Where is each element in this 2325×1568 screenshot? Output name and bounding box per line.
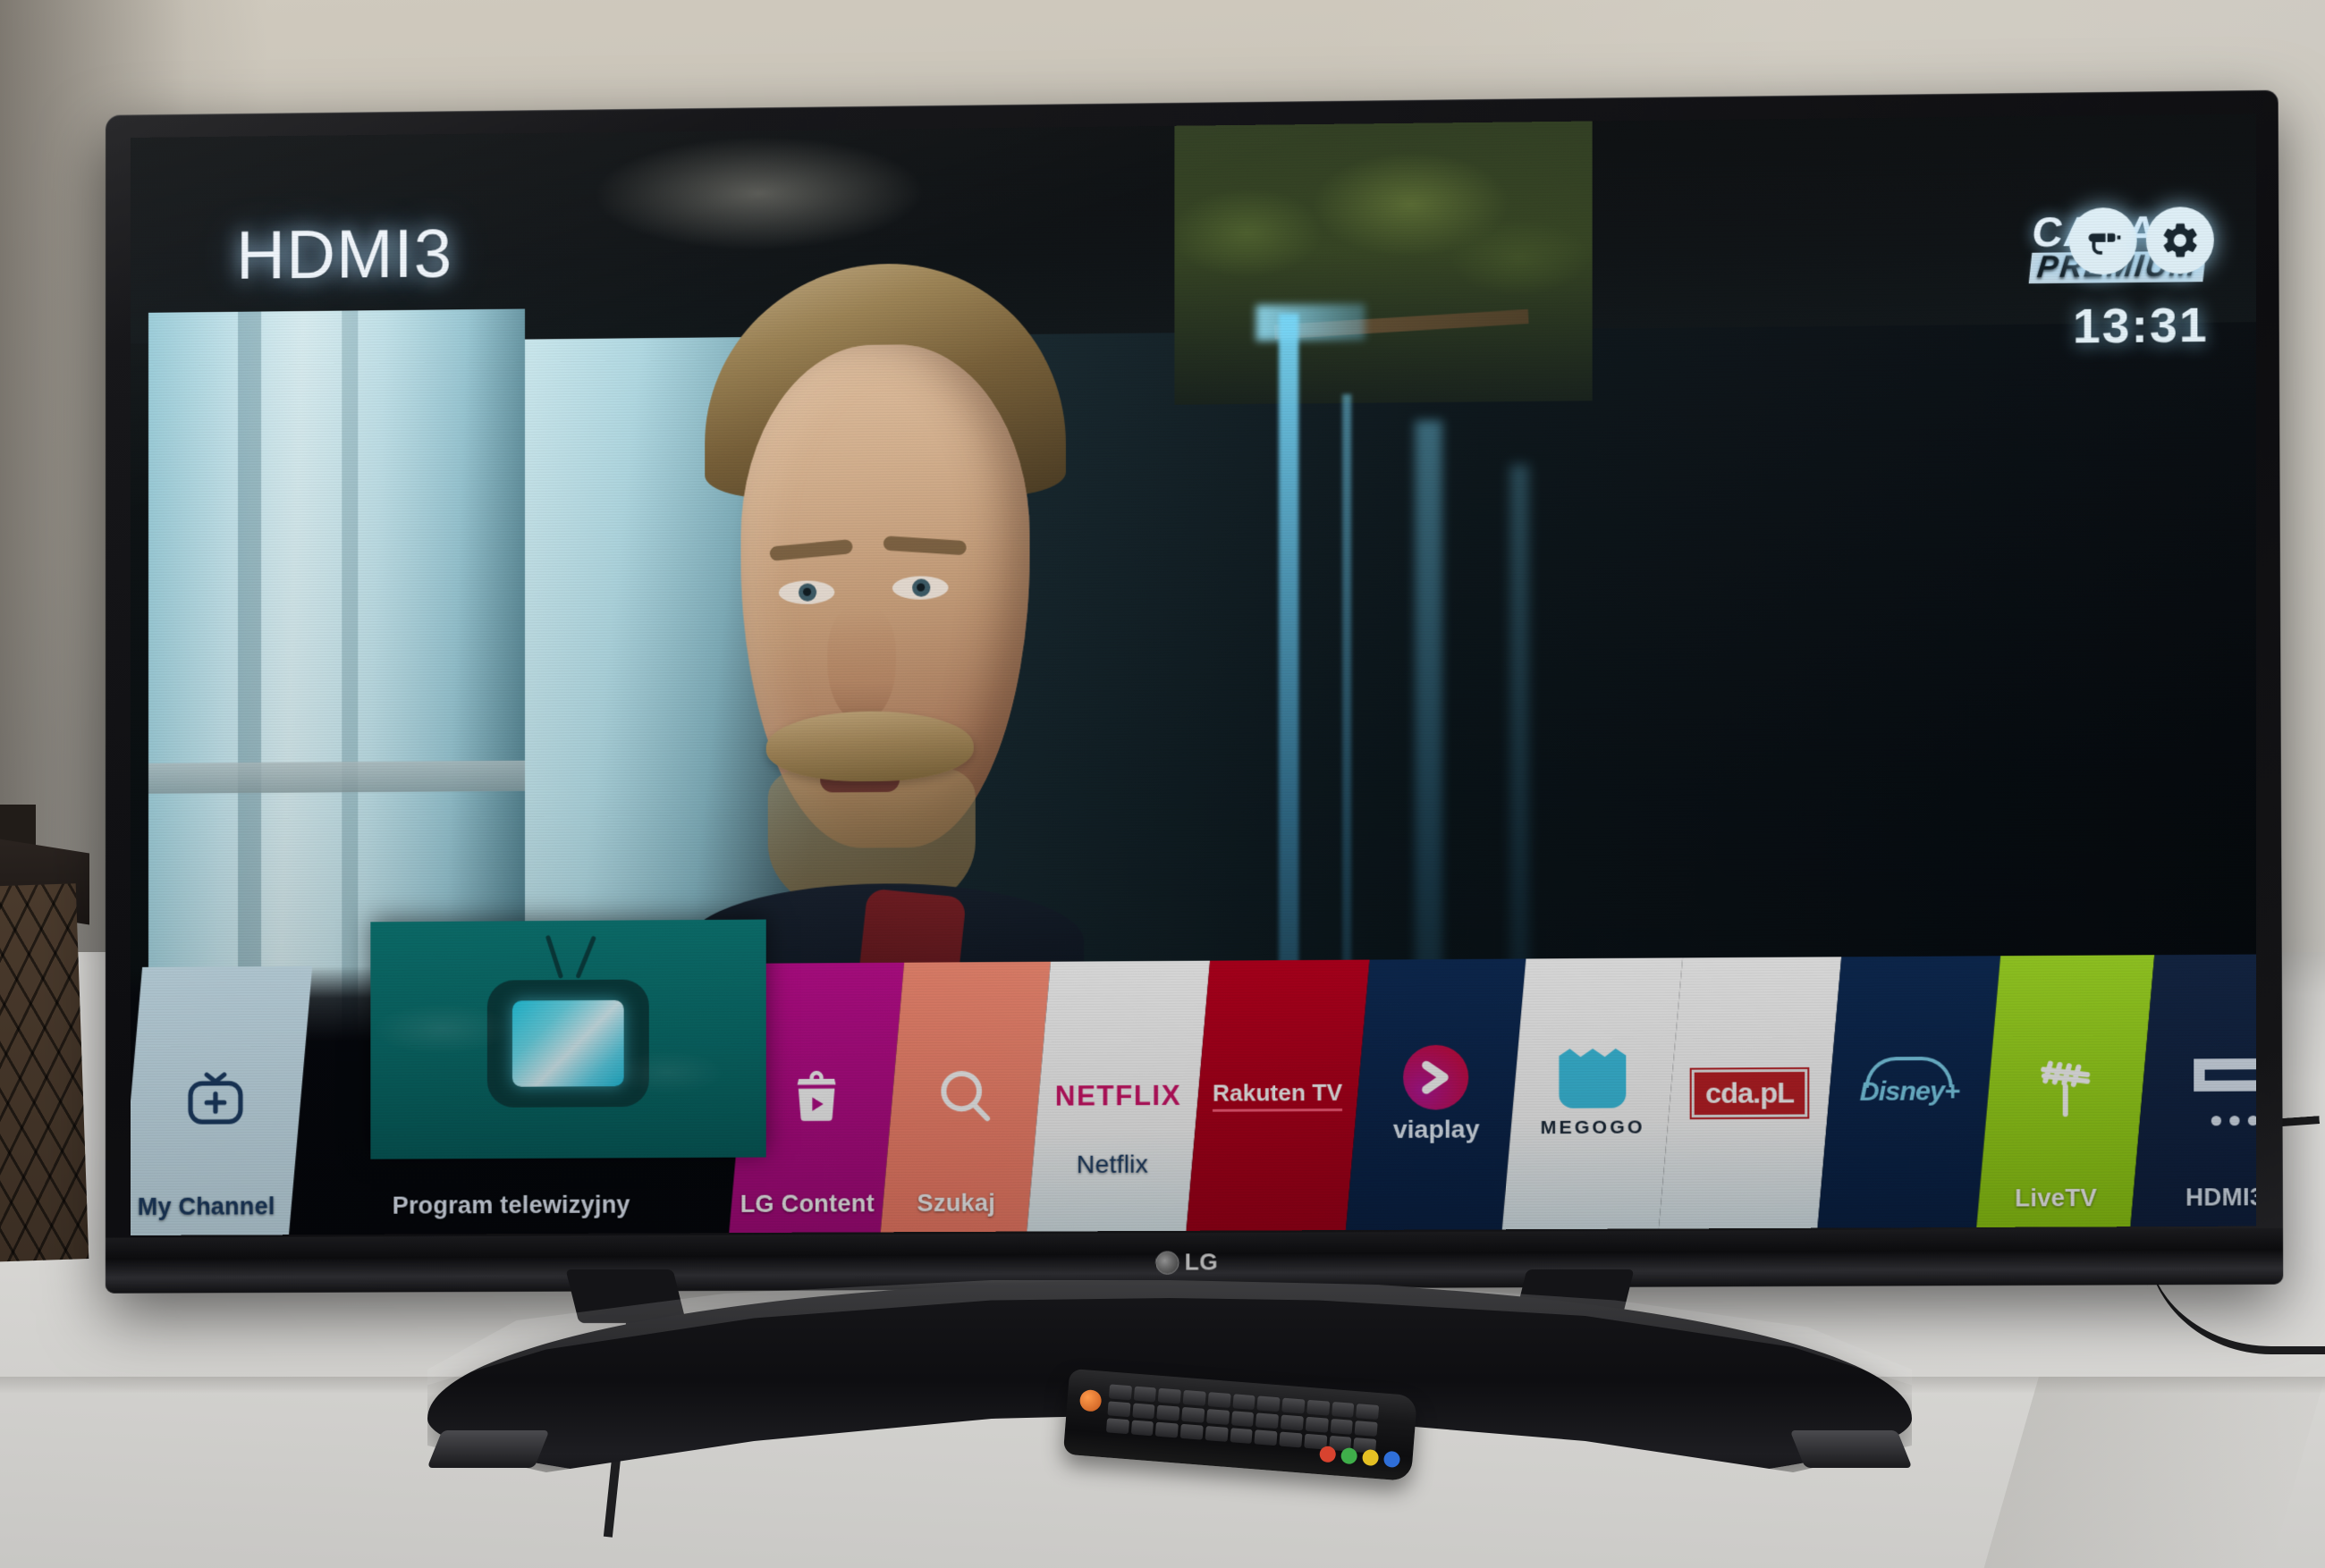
hdmi-device-icon	[2190, 1055, 2257, 1107]
lg-brand-text: LG	[1184, 1248, 1219, 1276]
launcher-tile-szukaj[interactable]: Szukaj	[880, 961, 1051, 1233]
man-nose	[827, 604, 896, 723]
stand-foot-left	[427, 1430, 550, 1468]
tile-label: HDMI3	[2186, 1183, 2257, 1211]
cda-pl-logo: cda.pL	[1692, 1068, 1808, 1117]
viaplay-wordmark: viaplay	[1392, 1115, 1479, 1144]
launcher-tile-cda-pl[interactable]: cda.pL	[1658, 957, 1842, 1229]
video-man-portrait	[669, 262, 1102, 1083]
antenna-icon	[2028, 1051, 2103, 1131]
tile-label: Netflix	[1076, 1150, 1149, 1179]
focused-preview-card-program-telewizyjny[interactable]	[370, 919, 766, 1159]
launcher-tile-live-tv[interactable]: LiveTV	[1976, 955, 2155, 1227]
megogo-wordmark: MEGOGO	[1540, 1117, 1645, 1139]
launcher-tile-viaplay[interactable]: viaplay	[1345, 958, 1526, 1231]
channel-watermark: CANAL+ PREMIUM	[2028, 205, 2214, 290]
tv-screen: HDMI3 CANAL+ PREMIUM	[131, 114, 2257, 1235]
disney-plus-logo: Disney+	[1859, 1056, 1958, 1108]
wicker-basket	[0, 883, 89, 1262]
osd-top-right-cluster: CANAL+ PREMIUM 13:31	[2028, 205, 2214, 355]
video-foliage	[1174, 121, 1593, 405]
lg-circle-icon	[1155, 1250, 1179, 1275]
tile-label: LG Content	[740, 1190, 875, 1218]
tile-label: Program telewizyjny	[392, 1191, 630, 1219]
water-highlight	[1256, 303, 1365, 341]
stand-foot-right	[1789, 1430, 1913, 1468]
launcher-tile-megogo[interactable]: MEGOGO	[1501, 957, 1683, 1230]
tile-label: Szukaj	[917, 1189, 996, 1218]
retro-tv-icon	[486, 934, 649, 1108]
tile-label: My Channel	[137, 1193, 275, 1220]
input-plug-icon[interactable]	[2068, 207, 2137, 275]
retro-tv-body	[486, 979, 649, 1108]
tile-label	[1819, 1213, 1978, 1214]
tv-plus-icon	[181, 1064, 250, 1138]
lg-brand-logo: LG	[1155, 1248, 1218, 1277]
tile-label	[1188, 1216, 1348, 1217]
more-dots-icon	[2211, 1115, 2257, 1126]
launcher-tile-rakuten-tv[interactable]: Rakuten TV	[1186, 959, 1370, 1231]
antenna-rabbit-ears	[545, 934, 596, 979]
megogo-icon	[1559, 1049, 1626, 1109]
tile-label	[1660, 1214, 1819, 1215]
tile-label	[1503, 1214, 1660, 1215]
gear-icon[interactable]	[2145, 206, 2214, 274]
viaplay-icon	[1403, 1044, 1469, 1110]
webos-launcher-bar: My Channel Program telewizyjny LG Conten…	[131, 919, 2257, 1235]
osd-clock: 13:31	[2072, 298, 2209, 354]
store-bag-icon	[785, 1064, 849, 1132]
search-icon	[931, 1060, 1000, 1134]
netflix-logo: NETFLIX	[1054, 1079, 1182, 1112]
television: LG HDMI3 13:31 My Channel Program telewi…	[105, 89, 2284, 1294]
retro-tv-screen	[512, 999, 624, 1087]
launcher-tile-netflix[interactable]: NETFLIX Netflix	[1027, 960, 1211, 1232]
launcher-tile-my-channel[interactable]: My Channel	[131, 965, 313, 1235]
osd-icon-group[interactable]	[2068, 206, 2214, 275]
osd-input-label: HDMI3	[236, 215, 453, 294]
table-seam	[1983, 1377, 2325, 1568]
launcher-tile-disney-plus[interactable]: Disney+	[1817, 956, 2001, 1228]
tile-label: LiveTV	[2015, 1184, 2098, 1212]
room-scene: LG HDMI3 13:31 My Channel Program telewi…	[0, 0, 2325, 1568]
rakuten-tv-logo: Rakuten TV	[1213, 1078, 1343, 1112]
man-moustache	[765, 710, 974, 782]
tile-label	[1347, 1215, 1503, 1216]
window-sill	[148, 760, 526, 794]
